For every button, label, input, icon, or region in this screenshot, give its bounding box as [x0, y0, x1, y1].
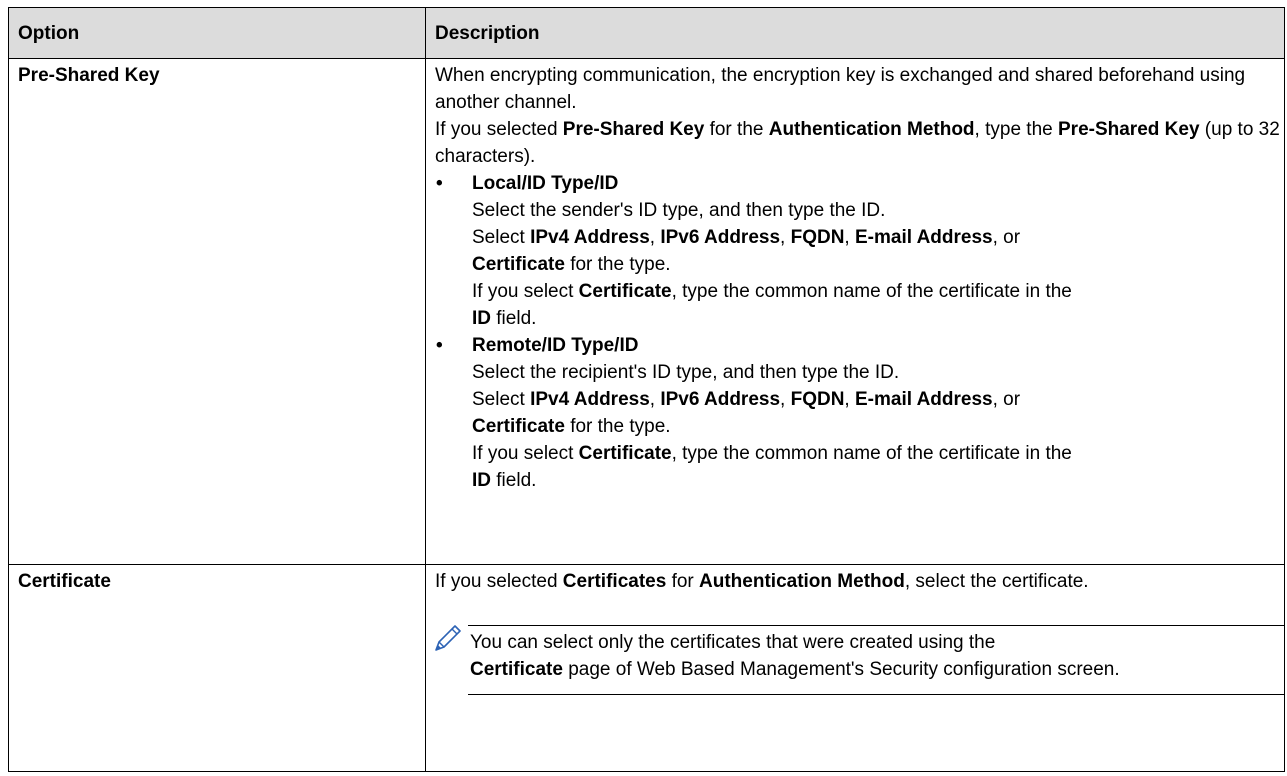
- remote-line1: Select the recipient's ID type, and then…: [472, 362, 900, 383]
- intro-text: When encrypting communication, the encry…: [435, 65, 1246, 113]
- local-select-types: Select IPv4 Address, IPv6 Address, FQDN,…: [472, 227, 1021, 275]
- description-cell: When encrypting communication, the encry…: [425, 58, 1285, 565]
- local-title: Local/ID Type/ID: [472, 173, 619, 194]
- option-cell: Pre-Shared Key: [8, 58, 426, 565]
- note-block: You can select only the certificates tha…: [435, 623, 1284, 695]
- note-text: You can select only the certificates tha…: [470, 632, 1120, 680]
- table-header-row: Option Description: [8, 7, 1285, 59]
- preshared-instruction: If you selected Pre-Shared Key for the A…: [435, 119, 1280, 167]
- note-top-rule: [468, 625, 1284, 626]
- list-item-local: • Local/ID Type/ID Select the sender's I…: [435, 170, 1280, 332]
- note-bottom-rule: [468, 694, 1284, 695]
- bullet-icon: •: [436, 335, 443, 356]
- options-table: Option Description Pre-Shared Key When e…: [8, 7, 1285, 772]
- certificate-instruction: If you selected Certificates for Authent…: [435, 571, 1089, 592]
- local-line1: Select the sender's ID type, and then ty…: [472, 200, 886, 221]
- table-row: Certificate If you selected Certificates…: [8, 564, 1285, 772]
- pencil-note-icon: [435, 625, 461, 651]
- local-certificate-note: If you select Certificate, type the comm…: [472, 281, 1072, 329]
- column-header-option: Option: [8, 7, 426, 59]
- option-cell: Certificate: [8, 564, 426, 772]
- table-row: Pre-Shared Key When encrypting communica…: [8, 58, 1285, 565]
- list-item-remote: • Remote/ID Type/ID Select the recipient…: [435, 332, 1280, 494]
- bullet-icon: •: [436, 173, 443, 194]
- remote-select-types: Select IPv4 Address, IPv6 Address, FQDN,…: [472, 389, 1021, 437]
- remote-title: Remote/ID Type/ID: [472, 335, 639, 356]
- remote-certificate-note: If you select Certificate, type the comm…: [472, 443, 1072, 491]
- column-header-description: Description: [425, 7, 1285, 59]
- description-cell: If you selected Certificates for Authent…: [425, 564, 1285, 772]
